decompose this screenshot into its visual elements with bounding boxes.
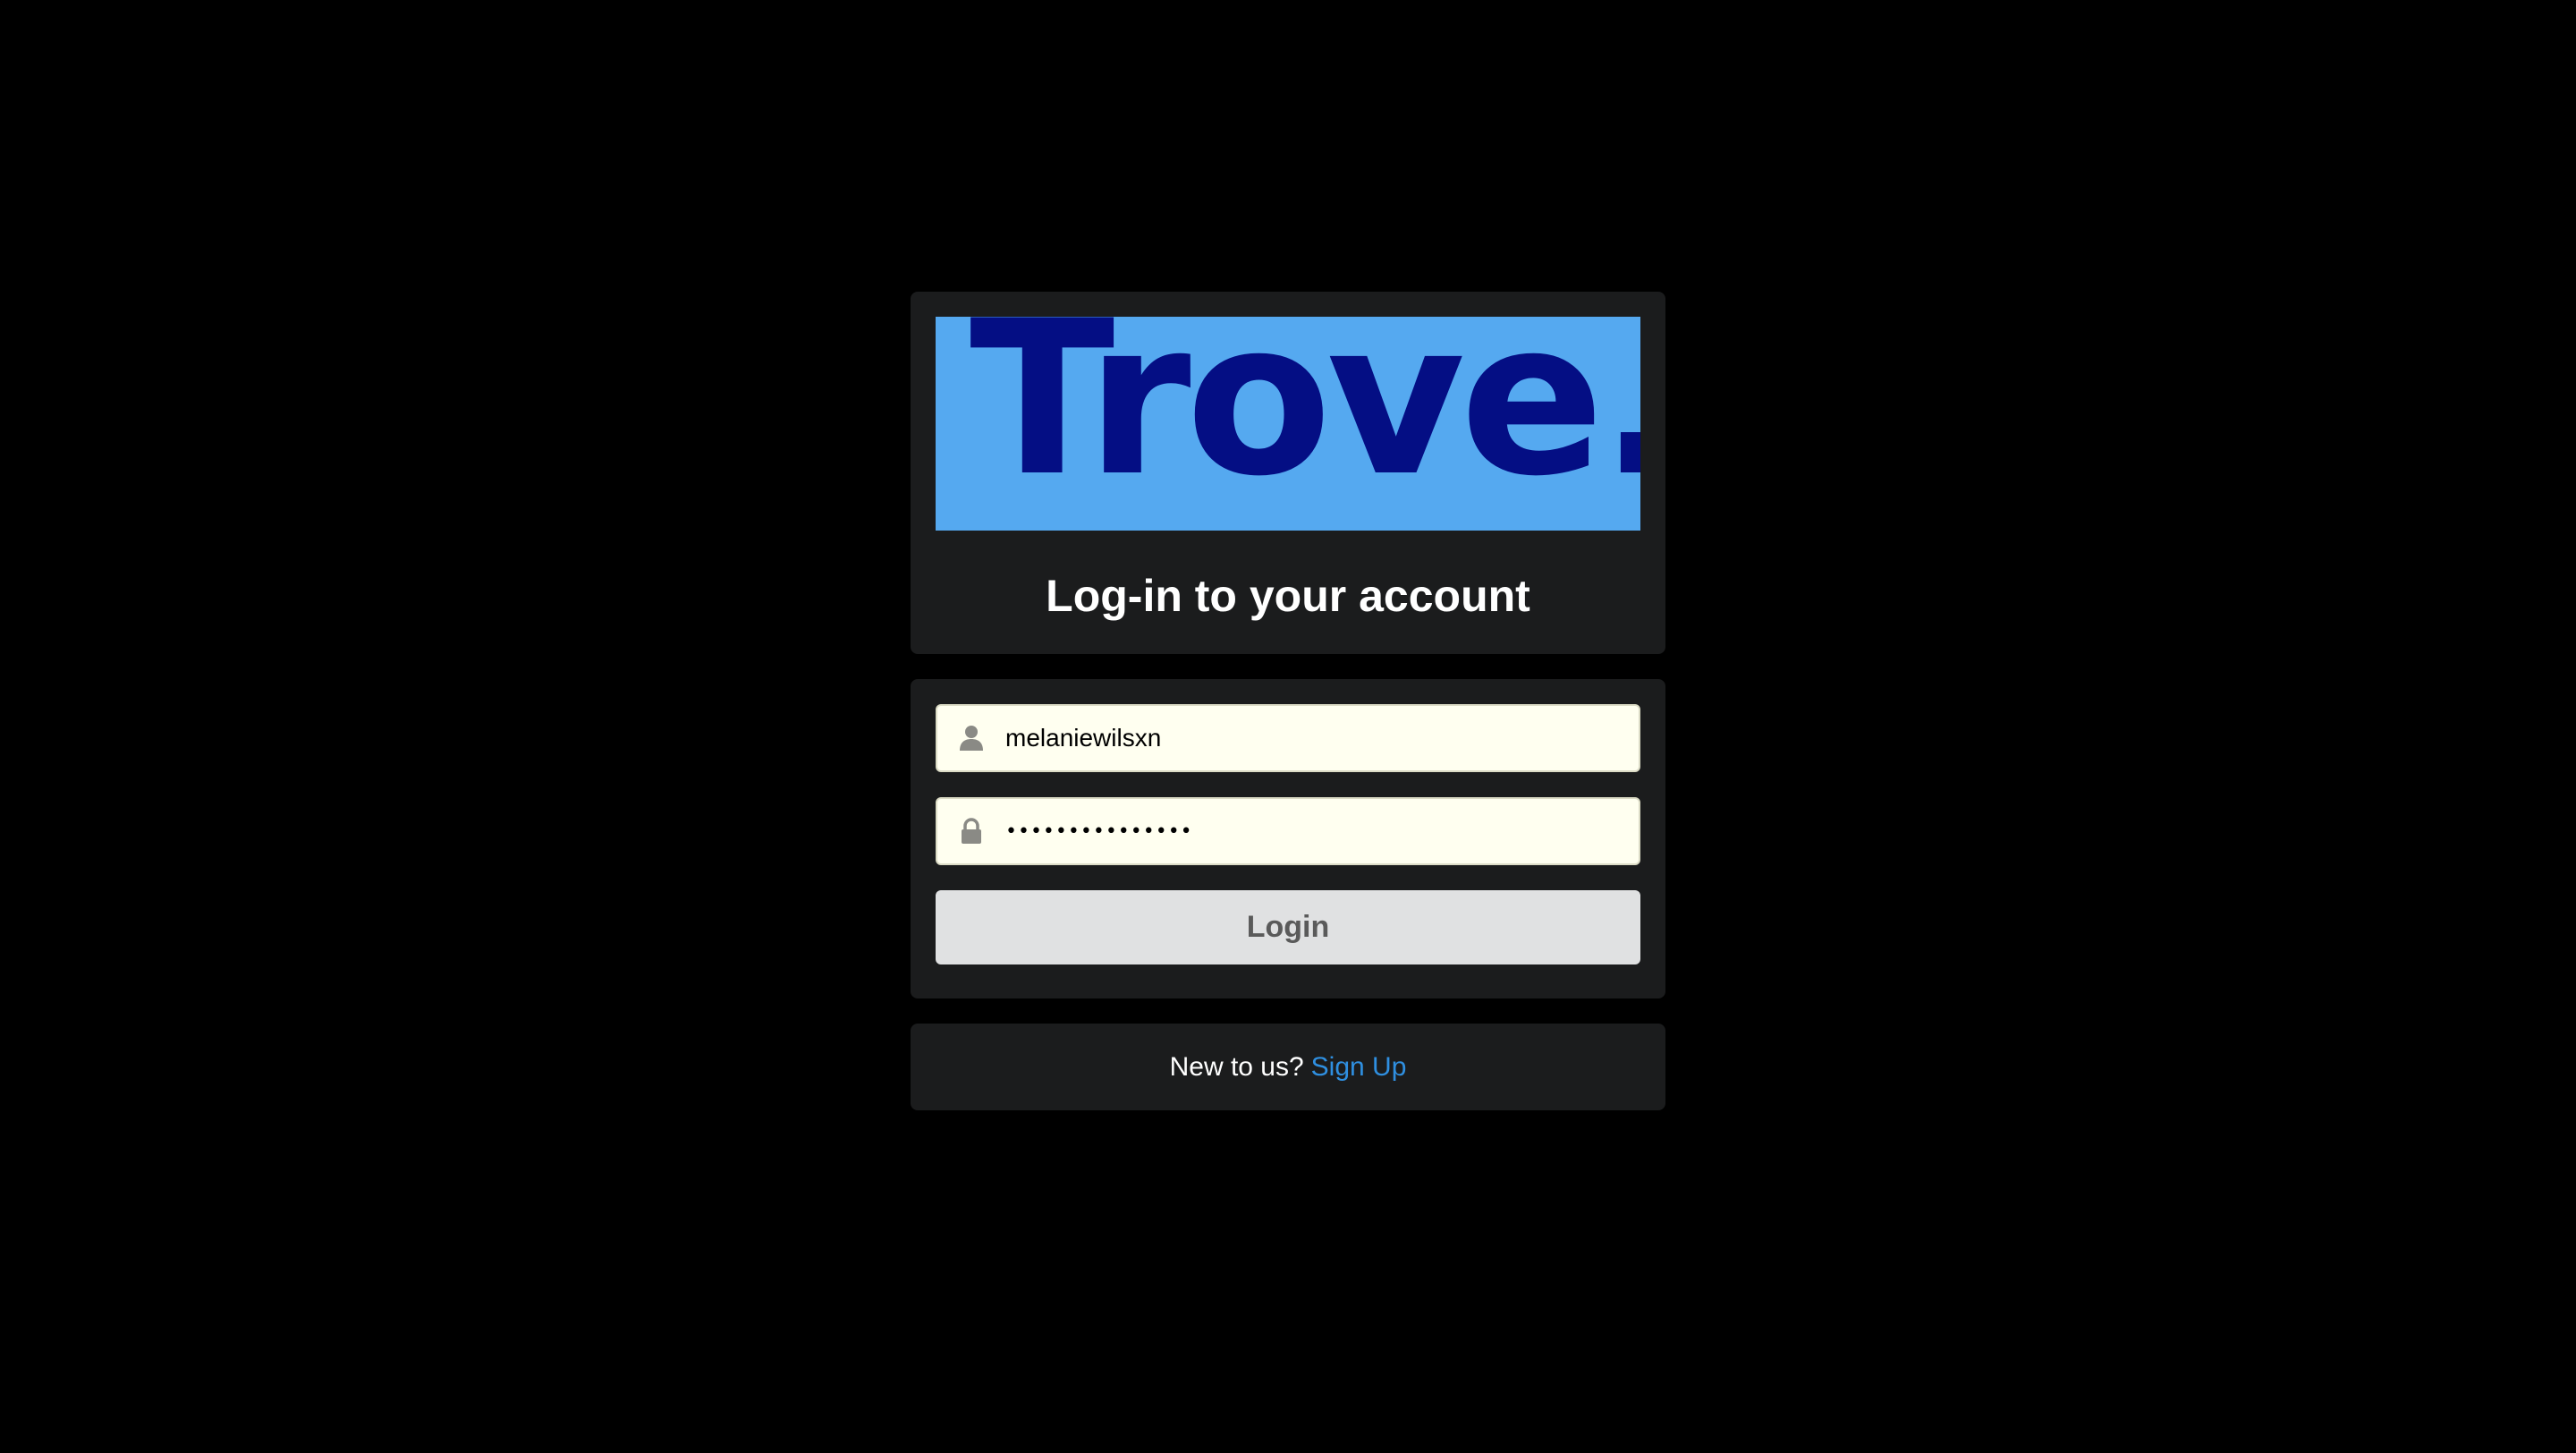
new-user-prompt: New to us? [1169, 1051, 1304, 1082]
signup-message: New to us? Sign Up [911, 1024, 1665, 1110]
login-form: Login [911, 679, 1665, 998]
username-field [936, 704, 1640, 772]
page-title: Log-in to your account [1046, 571, 1530, 621]
login-column: Trove. Log-in to your account Login [911, 292, 1665, 1110]
username-input[interactable] [1005, 711, 1614, 765]
logo-text: Trove. [970, 317, 1640, 523]
header-segment: Trove. Log-in to your account [911, 292, 1665, 654]
lock-icon [937, 799, 1005, 863]
password-input[interactable] [1005, 804, 1614, 858]
trove-logo: Trove. [936, 317, 1640, 531]
login-button[interactable]: Login [936, 890, 1640, 964]
password-field [936, 797, 1640, 865]
user-icon [937, 706, 1005, 770]
signup-link[interactable]: Sign Up [1311, 1052, 1407, 1083]
